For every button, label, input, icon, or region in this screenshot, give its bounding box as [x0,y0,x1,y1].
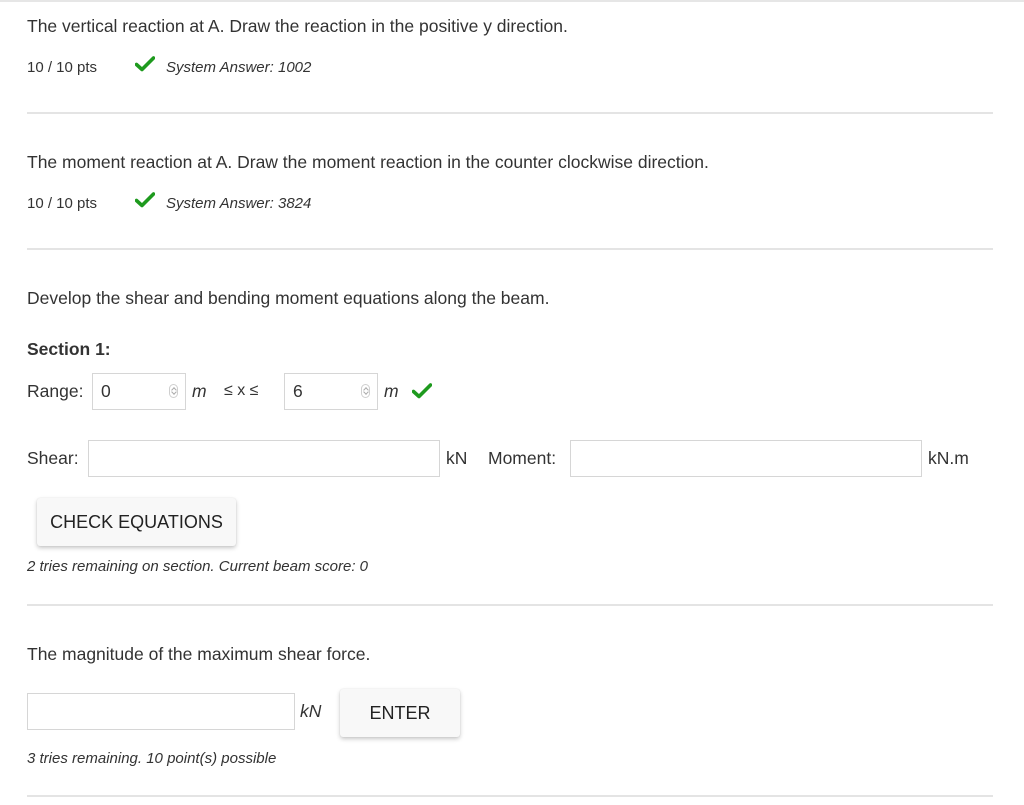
range-end-spinner[interactable] [361,384,370,398]
divider [27,248,993,250]
equations-tries-note: 2 tries remaining on section. Current be… [27,558,368,575]
moment-input[interactable] [570,440,922,477]
moment-unit: kN.m [928,448,969,468]
max-shear-input[interactable] [27,693,295,730]
range-end-unit: m [384,381,399,401]
check-icon [412,383,432,399]
question-2-system-answer: System Answer: 3824 [166,195,312,212]
range-operator: ≤ x ≤ [224,382,259,399]
section-title: Section 1: [27,339,111,359]
check-icon [135,56,155,72]
question-1-prompt: The vertical reaction at A. Draw the rea… [27,16,568,36]
shear-input[interactable] [88,440,440,477]
shear-unit: kN [446,448,468,468]
question-1-score: 10 / 10 pts [27,59,98,76]
moment-label: Moment: [488,448,557,468]
check-equations-button[interactable]: CHECK EQUATIONS [37,498,236,546]
top-border [0,0,1024,2]
max-shear-unit: kN [300,701,322,721]
question-1-system-answer: System Answer: 1002 [166,59,312,76]
equations-prompt: Develop the shear and bending moment equ… [27,288,550,308]
max-shear-prompt: The magnitude of the maximum shear force… [27,644,371,664]
range-label: Range: [27,381,84,401]
max-shear-tries-note: 3 tries remaining. 10 point(s) possible [27,750,277,767]
range-start-unit: m [192,381,207,401]
range-start-spinner[interactable] [169,384,178,398]
enter-button[interactable]: ENTER [340,689,460,737]
divider [27,604,993,606]
check-icon [135,192,155,208]
divider [27,795,993,797]
divider [27,112,993,114]
question-2-prompt: The moment reaction at A. Draw the momen… [27,152,709,172]
question-2-score: 10 / 10 pts [27,195,98,212]
shear-label: Shear: [27,448,79,468]
